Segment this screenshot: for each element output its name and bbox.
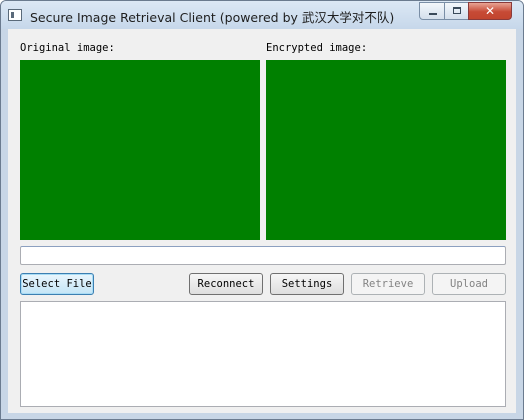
maximize-icon (453, 7, 461, 14)
select-file-button[interactable]: Select File (20, 273, 94, 295)
log-output-area[interactable] (20, 301, 506, 407)
file-path-input[interactable] (20, 246, 506, 265)
retrieve-button[interactable]: Retrieve (351, 273, 425, 295)
upload-button[interactable]: Upload (432, 273, 506, 295)
minimize-icon (429, 13, 437, 15)
original-image-view (20, 60, 260, 240)
client-area: Original image: Encrypted image: Select … (8, 29, 516, 413)
settings-button[interactable]: Settings (270, 273, 344, 295)
main-window: Secure Image Retrieval Client (powered b… (0, 0, 524, 420)
maximize-button[interactable] (444, 2, 469, 20)
title-bar[interactable]: Secure Image Retrieval Client (powered b… (1, 1, 523, 29)
encrypted-image-label: Encrypted image: (266, 42, 368, 54)
close-button[interactable]: ✕ (468, 2, 512, 20)
original-image-label: Original image: (20, 42, 115, 54)
reconnect-button[interactable]: Reconnect (189, 273, 263, 295)
app-icon[interactable] (8, 9, 22, 21)
encrypted-image-view (266, 60, 506, 240)
minimize-button[interactable] (419, 2, 445, 20)
close-icon: ✕ (484, 4, 496, 18)
window-title: Secure Image Retrieval Client (powered b… (30, 10, 395, 25)
